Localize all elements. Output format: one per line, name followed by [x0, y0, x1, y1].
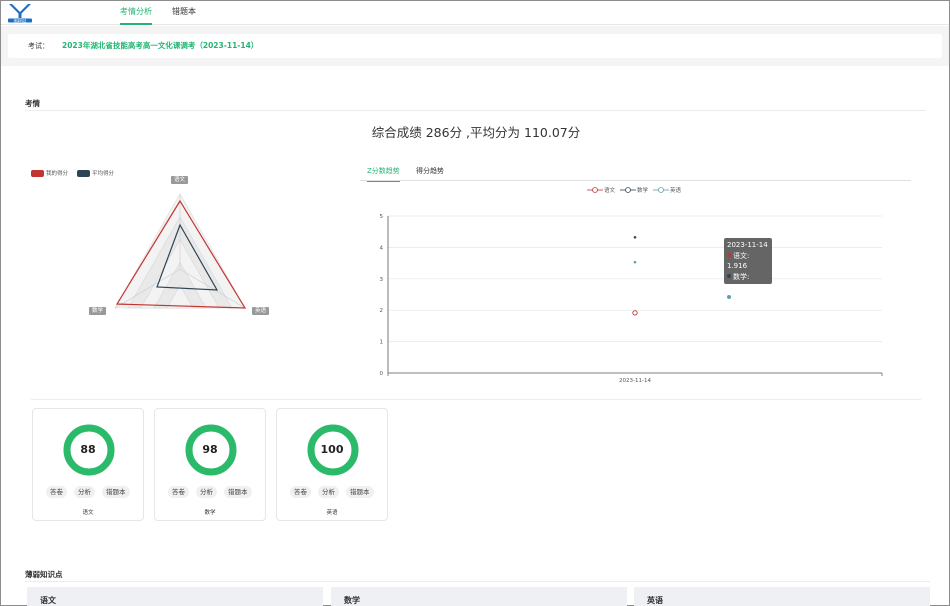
tooltip-row-chinese: 语文: 1.916 — [727, 251, 769, 272]
answer-sheet-button[interactable]: 答卷 — [168, 486, 189, 498]
legend-icon-english[interactable] — [653, 186, 669, 194]
z-score-line-chart: 0 1 2 3 4 5 2023-11-14 — [380, 214, 883, 384]
y-tick-label: 0 — [380, 371, 384, 377]
legend-swatch-my-score — [31, 170, 44, 177]
subject-card-english: 100 答卷 分析 错题本 英语 — [276, 408, 388, 521]
legend-swatch-average — [77, 170, 90, 177]
divider — [25, 110, 926, 111]
tooltip-dot-chinese — [727, 252, 731, 257]
answer-sheet-button[interactable]: 答卷 — [46, 486, 67, 498]
subject-card-chinese: 88 答卷 分析 错题本 语文 — [32, 408, 144, 521]
divider — [25, 581, 930, 582]
tooltip-row-english: 英语: 3.529 — [727, 293, 769, 314]
legend-label-chinese[interactable]: 语文 — [604, 186, 615, 194]
wrong-book-button[interactable]: 错题本 — [346, 486, 374, 498]
legend-label-average[interactable]: 平均得分 — [92, 169, 114, 177]
legend-label-my-score[interactable]: 我的得分 — [46, 169, 68, 177]
legend-icon-math[interactable] — [620, 186, 636, 194]
weak-column-title: 英语 — [647, 596, 663, 605]
weak-points-column-english: 英语 — [634, 587, 930, 606]
total-score-summary: 综合成绩 286分 ,平均分为 110.07分 — [371, 125, 581, 140]
tab-exam-analysis[interactable]: 考情分析 — [120, 5, 152, 25]
subject-card-math: 98 答卷 分析 错题本 数学 — [154, 408, 266, 521]
weak-column-title: 语文 — [40, 596, 56, 605]
score-value: 98 — [202, 443, 218, 456]
data-point-chinese — [632, 310, 638, 316]
section-title-weak-points: 薄弱知识点 — [25, 570, 63, 579]
legend-icon-chinese[interactable] — [587, 186, 603, 194]
tab-underline — [360, 180, 911, 181]
exam-bar: 考试： 2023年湖北省技能高考高一文化课调考（2023-11-14） — [8, 34, 942, 58]
logo-icon[interactable]: 蒲泽科技 — [7, 3, 33, 23]
analysis-button[interactable]: 分析 — [318, 486, 339, 498]
subject-name: 英语 — [326, 510, 338, 516]
y-tick-label: 5 — [380, 214, 384, 220]
analysis-button[interactable]: 分析 — [74, 486, 95, 498]
svg-text:蒲泽科技: 蒲泽科技 — [14, 18, 28, 23]
radar-axis-label-math: 数学 — [89, 307, 107, 315]
data-point-math — [633, 235, 637, 239]
radar-axis-label-chinese: 语文 — [171, 176, 189, 184]
tooltip-row-math: 数学: 4.321 — [727, 272, 769, 293]
legend-label-math[interactable]: 数学 — [637, 186, 648, 194]
tooltip-dot-math — [727, 273, 731, 278]
data-point-english — [633, 260, 637, 264]
weak-points-column-math: 数学 — [331, 587, 627, 606]
divider — [31, 399, 921, 400]
chart-tooltip: 2023-11-14 语文: 1.916 数学: 4.321 英语: 3.529 — [724, 238, 772, 312]
radar-chart — [114, 193, 247, 309]
weak-points-column-chinese: 语文 — [27, 587, 323, 606]
y-tick-label: 4 — [380, 245, 384, 251]
wrong-book-button[interactable]: 错题本 — [102, 486, 130, 498]
section-title-overview: 考情 — [25, 99, 40, 108]
score-value: 100 — [320, 443, 344, 456]
exam-name-link[interactable]: 2023年湖北省技能高考高一文化课调考（2023-11-14） — [62, 40, 258, 51]
subject-name: 语文 — [82, 510, 94, 516]
analysis-button[interactable]: 分析 — [196, 486, 217, 498]
exam-bar-background: 考试： 2023年湖北省技能高考高一文化课调考（2023-11-14） — [1, 26, 949, 66]
y-tick-label: 2 — [380, 308, 384, 314]
y-tick-label: 3 — [380, 277, 384, 283]
y-tick-label: 1 — [380, 340, 384, 346]
tooltip-title: 2023-11-14 — [727, 241, 768, 249]
exam-label: 考试： — [28, 42, 49, 50]
score-value: 88 — [80, 443, 96, 456]
answer-sheet-button[interactable]: 答卷 — [290, 486, 311, 498]
top-navigation-bar: 蒲泽科技 考情分析 错题本 — [1, 1, 949, 25]
wrong-book-button[interactable]: 错题本 — [224, 486, 252, 498]
radar-axis-label-english: 英语 — [252, 307, 270, 315]
subject-name: 数学 — [204, 510, 216, 516]
tooltip-dot-english — [727, 294, 731, 299]
tab-wrong-questions[interactable]: 错题本 — [172, 5, 196, 25]
legend-label-english[interactable]: 英语 — [670, 186, 681, 194]
weak-column-title: 数学 — [344, 596, 360, 605]
x-tick-label: 2023-11-14 — [619, 378, 651, 384]
tab-score-trend[interactable]: 得分趋势 — [416, 166, 444, 181]
